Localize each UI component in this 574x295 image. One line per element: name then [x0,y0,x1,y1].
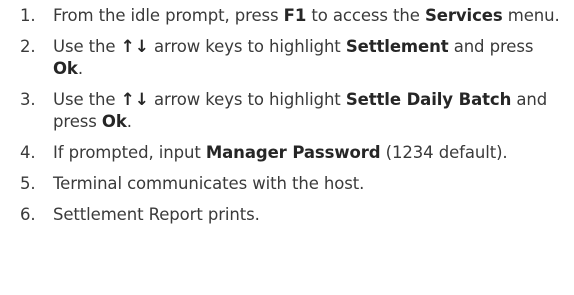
step-text: Use the ↑↓ arrow keys to highlight Settl… [53,90,547,131]
key-f1: F1 [283,6,307,25]
services-menu-label: Services [424,6,503,25]
ok-key-label: Ok [101,112,127,131]
step-text: From the idle prompt, press F1 to access… [53,6,560,25]
step-text-part: If prompted, input [53,143,206,162]
step-text-part: to access the [306,6,425,25]
up-down-arrow-icon: ↑↓ [120,37,149,57]
step-item: 3. Use the ↑↓ arrow keys to highlight Se… [0,89,574,133]
step-number: 6. [20,205,36,224]
step-text-part: and press [448,37,534,56]
step-text-part: Use the [53,90,121,109]
step-text: Terminal communicates with the host. [53,174,364,193]
step-item: 1. From the idle prompt, press F1 to acc… [0,5,574,27]
manager-password-label: Manager Password [205,143,381,162]
step-item: 4. If prompted, input Manager Password (… [0,142,574,164]
step-text-part: Use the [53,37,121,56]
step-text: Settlement Report prints. [53,205,260,224]
step-text-part: Terminal communicates with the host. [53,174,365,193]
step-number: 1. [20,6,36,25]
step-text-part: Settlement Report prints. [53,205,260,224]
step-text-part: From the idle prompt, press [53,6,284,25]
step-number: 5. [20,174,36,193]
ok-key-label: Ok [53,59,78,78]
settle-daily-batch-label: Settle Daily Batch [345,90,512,109]
settlement-menu-label: Settlement [345,37,449,56]
instruction-steps-list: 1. From the idle prompt, press F1 to acc… [0,0,574,226]
step-text-part: menu. [502,6,560,25]
step-text-part: arrow keys to highlight [148,90,346,109]
step-text-part: (1234 default). [380,143,508,162]
step-item: 2. Use the ↑↓ arrow keys to highlight Se… [0,36,574,80]
step-item: 6. Settlement Report prints. [0,204,574,226]
step-number: 2. [20,37,36,56]
step-text: Use the ↑↓ arrow keys to highlight Settl… [53,37,533,78]
up-down-arrow-icon: ↑↓ [120,90,149,110]
step-text-part: arrow keys to highlight [148,37,346,56]
step-text-part: . [126,112,132,131]
step-text: If prompted, input Manager Password (123… [53,143,508,162]
step-number: 4. [20,143,36,162]
step-item: 5. Terminal communicates with the host. [0,173,574,195]
step-number: 3. [20,90,36,109]
step-text-part: . [77,59,83,78]
